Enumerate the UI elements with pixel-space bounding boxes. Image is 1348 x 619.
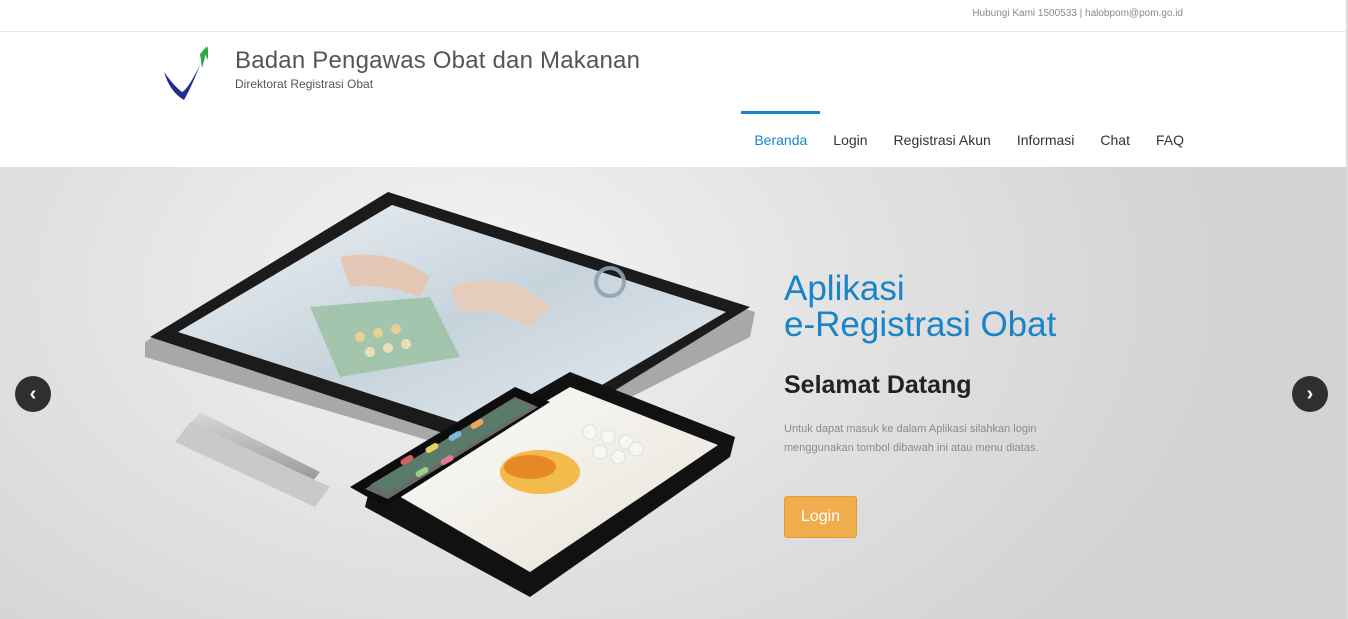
site-header: Badan Pengawas Obat dan Makanan Direktor… bbox=[0, 32, 1346, 167]
nav-registrasi-akun[interactable]: Registrasi Akun bbox=[881, 111, 1004, 167]
contact-info: Hubungi Kami 1500533 | halobpom@pom.go.i… bbox=[972, 8, 1183, 19]
chevron-left-icon: ‹ bbox=[29, 382, 37, 405]
hero-description: Untuk dapat masuk ke dalam Aplikasi sila… bbox=[784, 423, 1039, 454]
bpom-logo-icon[interactable] bbox=[162, 46, 212, 104]
hero-title-line1: Aplikasi bbox=[784, 269, 905, 308]
slider-prev-button[interactable]: ‹ bbox=[15, 376, 51, 412]
nav-informasi[interactable]: Informasi bbox=[1004, 111, 1088, 167]
site-title: Badan Pengawas Obat dan Makanan bbox=[235, 47, 641, 74]
nav-beranda[interactable]: Beranda bbox=[741, 111, 821, 167]
site-subtitle: Direktorat Registrasi Obat bbox=[235, 77, 374, 91]
main-nav: Beranda Login Registrasi Akun Informasi … bbox=[741, 111, 1184, 167]
nav-login[interactable]: Login bbox=[820, 111, 880, 167]
hero-title: Aplikasi e-Registrasi Obat bbox=[784, 271, 1056, 343]
hero-title-line2: e-Registrasi Obat bbox=[784, 305, 1057, 344]
hero-slider: ‹ › Aplikasi e-Registrasi Obat Selamat D… bbox=[0, 167, 1346, 619]
nav-faq[interactable]: FAQ bbox=[1143, 111, 1184, 167]
chevron-right-icon: › bbox=[1306, 382, 1314, 405]
devices-illustration bbox=[145, 192, 755, 597]
nav-chat[interactable]: Chat bbox=[1087, 111, 1143, 167]
hero-welcome: Selamat Datang bbox=[784, 371, 972, 399]
top-bar: Hubungi Kami 1500533 | halobpom@pom.go.i… bbox=[0, 0, 1346, 32]
hero-login-button[interactable]: Login bbox=[784, 496, 857, 538]
slider-next-button[interactable]: › bbox=[1292, 376, 1328, 412]
